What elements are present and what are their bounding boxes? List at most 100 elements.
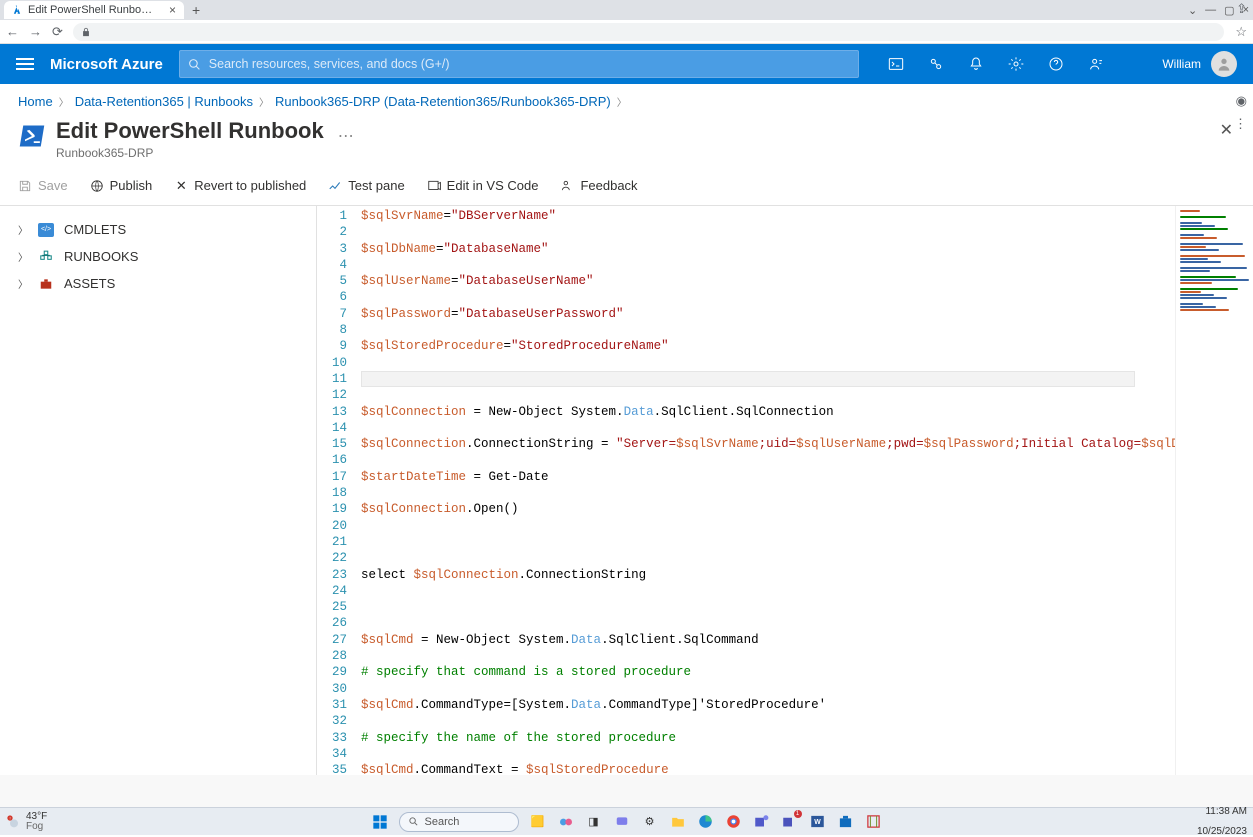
weather-desc: Fog (26, 822, 47, 832)
tray-date: 10/25/2023 (1197, 827, 1247, 837)
page-subtitle: Runbook365-DRP (56, 146, 324, 160)
save-button: Save (18, 178, 68, 193)
cmdlets-icon: </> (38, 223, 54, 237)
code-content[interactable]: $sqlSvrName="DBServerName"$sqlDbName="Da… (355, 206, 1175, 775)
taskbar-snip-icon[interactable] (865, 813, 883, 831)
bottom-gap (0, 775, 1253, 807)
feedback-icon (560, 179, 574, 193)
taskbar-word-icon[interactable]: W (809, 813, 827, 831)
weather-widget[interactable]: ! 43°F Fog (6, 812, 47, 832)
taskbar-chrome-icon[interactable] (725, 813, 743, 831)
sidebar-item-cmdlets[interactable]: 〉 </> CMDLETS (14, 216, 302, 243)
window-minimize-icon[interactable]: — (1205, 4, 1216, 17)
chevron-right-icon: 〉 (59, 94, 69, 109)
runbooks-icon (38, 250, 54, 264)
minimap[interactable] (1175, 206, 1253, 775)
search-icon (408, 816, 419, 827)
taskbar-app-icon[interactable]: 🟨 (529, 813, 547, 831)
feedback-button[interactable]: Feedback (560, 178, 637, 193)
sidebar-item-label: RUNBOOKS (64, 249, 138, 264)
start-button[interactable] (371, 813, 389, 831)
svg-text:!: ! (9, 815, 10, 820)
close-blade-icon[interactable]: ✕ (1220, 120, 1233, 140)
chevron-right-icon: 〉 (18, 249, 28, 264)
window-maximize-icon[interactable]: ▢ (1224, 4, 1234, 17)
share-icon[interactable]: ⇪ (1236, 2, 1247, 15)
revert-button[interactable]: ✕ Revert to published (174, 178, 306, 193)
system-tray[interactable]: 11:38 AM 10/25/2023 (1197, 807, 1247, 837)
browser-tab[interactable]: Edit PowerShell Runbook - Mic × (4, 1, 184, 19)
breadcrumb-home[interactable]: Home (18, 94, 53, 109)
sidebar-item-runbooks[interactable]: 〉 RUNBOOKS (14, 243, 302, 270)
taskbar-store-icon[interactable] (837, 813, 855, 831)
chevron-right-icon: 〉 (18, 276, 28, 291)
sidebar: 〉 </> CMDLETS 〉 RUNBOOKS 〉 ASSETS (0, 206, 317, 775)
nav-forward-icon[interactable]: → (29, 24, 42, 39)
search-input[interactable] (209, 57, 850, 71)
address-bar[interactable] (73, 23, 1224, 41)
taskbar-teams-icon[interactable] (753, 813, 771, 831)
sidebar-item-assets[interactable]: 〉 ASSETS (14, 270, 302, 297)
global-search[interactable] (179, 50, 859, 78)
breadcrumb-level2[interactable]: Runbook365-DRP (Data-Retention365/Runboo… (275, 94, 611, 109)
page-heading: Edit PowerShell Runbook Runbook365-DRP ⋯… (0, 114, 1253, 166)
user-name: William (1162, 57, 1201, 71)
tray-time: 11:38 AM (1205, 807, 1247, 817)
sidebar-item-label: CMDLETS (64, 222, 126, 237)
settings-gear-icon[interactable] (1007, 55, 1025, 73)
new-tab-button[interactable]: + (192, 2, 200, 18)
publish-icon (90, 179, 104, 193)
revert-icon: ✕ (174, 179, 188, 193)
test-icon (328, 179, 342, 193)
save-icon (18, 179, 32, 193)
copilot-icon[interactable] (927, 55, 945, 73)
taskbar-search[interactable]: Search (399, 812, 519, 832)
weather-temp: 43°F (26, 812, 47, 822)
tab-title: Edit PowerShell Runbook - Mic (28, 4, 157, 16)
bookmark-star-icon[interactable]: ☆ (1235, 25, 1247, 38)
chevron-down-icon[interactable]: ⌄ (1188, 4, 1197, 17)
powershell-icon (18, 122, 46, 150)
taskbar-edge-icon[interactable] (697, 813, 715, 831)
azure-header: Microsoft Azure William (0, 44, 1253, 84)
nav-back-icon[interactable]: ← (6, 24, 19, 39)
command-bar: Save Publish ✕ Revert to published Test … (0, 166, 1253, 206)
breadcrumb: Home 〉 Data-Retention365 | Runbooks 〉 Ru… (0, 84, 1253, 114)
feedback-person-icon[interactable] (1087, 55, 1105, 73)
assets-icon (38, 277, 54, 291)
avatar (1211, 51, 1237, 77)
publish-button[interactable]: Publish (90, 178, 153, 193)
svg-text:W: W (814, 819, 821, 826)
taskbar-teams2-icon[interactable]: 1 (781, 813, 799, 831)
chevron-right-icon: 〉 (617, 94, 627, 109)
more-actions-icon[interactable]: ⋯ (338, 126, 355, 146)
nav-reload-icon[interactable]: ⟳ (52, 24, 63, 40)
lock-icon (81, 27, 91, 37)
taskbar-taskview-icon[interactable]: ◨ (585, 813, 603, 831)
chevron-right-icon: 〉 (259, 94, 269, 109)
code-editor[interactable]: 1234567891011121314151617181920212223242… (317, 206, 1175, 775)
cloud-shell-icon[interactable] (887, 55, 905, 73)
taskbar-copilot-icon[interactable] (557, 813, 575, 831)
edit-vscode-button[interactable]: Edit in VS Code (427, 178, 539, 193)
taskbar-settings-icon[interactable]: ⚙ (641, 813, 659, 831)
notifications-icon[interactable] (967, 55, 985, 73)
taskbar-chat-icon[interactable] (613, 813, 631, 831)
taskbar-explorer-icon[interactable] (669, 813, 687, 831)
browser-toolbar: ← → ⟳ G ⟲ ⊕ ⇪ ☆ ✦ ▣ ◉ ⋮ (0, 20, 1253, 44)
page-title: Edit PowerShell Runbook (56, 118, 324, 144)
line-gutter: 1234567891011121314151617181920212223242… (317, 206, 355, 775)
vscode-icon (427, 179, 441, 193)
hamburger-menu[interactable] (16, 58, 34, 70)
chevron-right-icon: 〉 (18, 222, 28, 237)
user-menu[interactable]: William (1162, 51, 1237, 77)
weather-icon: ! (6, 814, 22, 830)
sidebar-item-label: ASSETS (64, 276, 115, 291)
test-pane-button[interactable]: Test pane (328, 178, 404, 193)
azure-brand[interactable]: Microsoft Azure (50, 56, 163, 73)
windows-taskbar: ! 43°F Fog Search 🟨 ◨ ⚙ 1 W 11:38 AM 10/… (0, 807, 1253, 835)
azure-favicon-icon (12, 5, 22, 15)
help-icon[interactable] (1047, 55, 1065, 73)
tab-close-icon[interactable]: × (169, 3, 176, 17)
breadcrumb-level1[interactable]: Data-Retention365 | Runbooks (75, 94, 253, 109)
